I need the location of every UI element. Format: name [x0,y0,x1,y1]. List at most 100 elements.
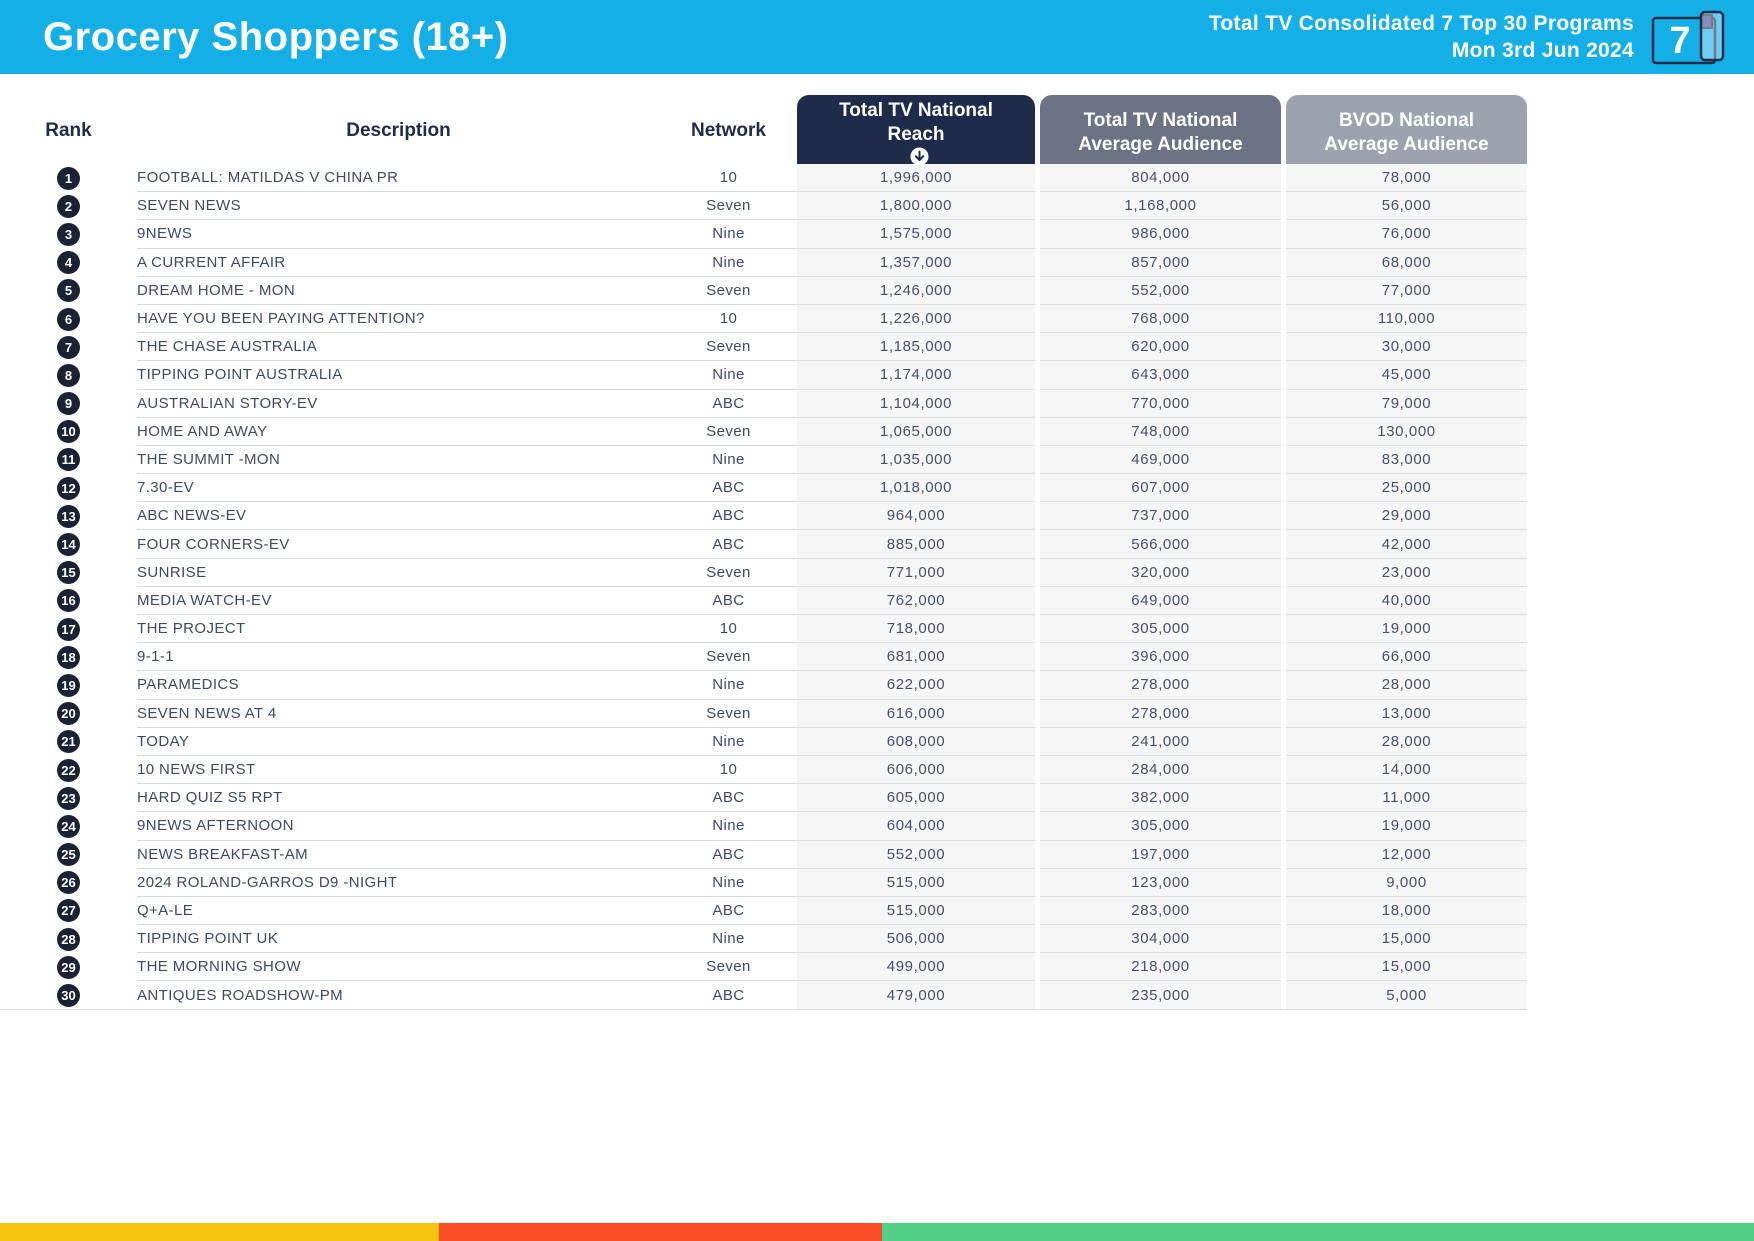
bvod-audience-value: 77,000 [1286,276,1527,305]
bvod-audience-value: 15,000 [1286,953,1527,982]
avg-audience-value: 986,000 [1040,220,1281,249]
network-name: Nine [660,728,797,756]
rank-badge: 10 [57,420,80,444]
bvod-audience-value: 40,000 [1286,586,1527,615]
program-description: SEVEN NEWS [137,192,660,221]
table-row: 15 SUNRISE Seven 771,000 320,000 23,000 [0,558,1527,587]
network-name: Nine [660,361,797,390]
column-header-bvod[interactable]: BVOD National Average Audience [1286,95,1527,166]
bvod-audience-value: 45,000 [1286,361,1527,390]
network-name: Nine [660,671,797,700]
program-description: TIPPING POINT UK [137,925,660,954]
network-name: Seven [660,418,797,446]
column-header-reach[interactable]: Total TV National Reach [797,95,1035,166]
rank-badge: 9 [57,392,80,416]
network-name: ABC [660,530,797,559]
rank-badge: 27 [57,899,80,923]
reach-value: 479,000 [797,981,1035,1010]
table-row: 25 NEWS BREAKFAST-AM ABC 552,000 197,000… [0,840,1527,869]
table-row: 19 PARAMEDICS Nine 622,000 278,000 28,00… [0,671,1527,700]
table-row: 4 A CURRENT AFFAIR Nine 1,357,000 857,00… [0,248,1527,277]
bvod-audience-value: 66,000 [1286,643,1527,672]
reach-value: 762,000 [797,586,1035,615]
bvod-audience-value: 130,000 [1286,417,1527,446]
network-name: ABC [660,897,797,926]
program-description: PARAMEDICS [137,671,660,700]
column-header-description: Description [346,119,451,141]
bvod-audience-value: 11,000 [1286,784,1527,813]
avg-audience-value: 320,000 [1040,558,1281,587]
column-header-avg-audience[interactable]: Total TV National Average Audience [1040,95,1281,166]
program-description: 7.30-EV [137,474,660,503]
avg-audience-value: 748,000 [1040,417,1281,446]
bvod-audience-value: 42,000 [1286,530,1527,559]
reach-value: 1,104,000 [797,389,1035,418]
rank-badge: 5 [57,279,80,303]
reach-value: 885,000 [797,530,1035,559]
table-row: 18 9-1-1 Seven 681,000 396,000 66,000 [0,643,1527,672]
bvod-audience-value: 13,000 [1286,699,1527,728]
avg-audience-value: 643,000 [1040,361,1281,390]
rank-badge: 2 [57,194,80,218]
rank-badge: 24 [57,814,80,838]
table-row: 24 9NEWS AFTERNOON Nine 604,000 305,000 … [0,812,1527,841]
table-row: 14 FOUR CORNERS-EV ABC 885,000 566,000 4… [0,530,1527,559]
bvod-audience-value: 12,000 [1286,840,1527,869]
program-description: Q+A-LE [137,897,660,926]
reach-value: 499,000 [797,953,1035,982]
network-name: Seven [660,559,797,587]
rank-badge: 13 [57,504,80,528]
bvod-audience-value: 29,000 [1286,502,1527,531]
program-description: SUNRISE [137,559,660,587]
rank-badge: 26 [57,871,80,895]
program-description: SEVEN NEWS AT 4 [137,700,660,728]
network-name: ABC [660,502,797,531]
network-name: Nine [660,249,797,277]
program-description: 9NEWS AFTERNOON [137,812,660,841]
rank-badge: 23 [57,786,80,810]
rank-badge: 3 [57,222,80,246]
avg-audience-value: 305,000 [1040,615,1281,644]
app-header: Grocery Shoppers (18+) Total TV Consolid… [0,0,1754,74]
bvod-audience-value: 76,000 [1286,220,1527,249]
avg-audience-value: 804,000 [1040,164,1281,193]
network-name: ABC [660,841,797,869]
program-description: 10 NEWS FIRST [137,756,660,785]
network-name: Nine [660,925,797,954]
bvod-audience-value: 23,000 [1286,558,1527,587]
bvod-audience-value: 28,000 [1286,671,1527,700]
bvod-audience-value: 18,000 [1286,896,1527,926]
rank-badge: 17 [57,617,80,641]
network-name: 10 [660,164,797,193]
green-segment [882,1223,1754,1241]
bvod-audience-value: 79,000 [1286,389,1527,418]
table-header-row: Rank Description Network Total TV Nation… [0,95,1527,166]
report-subtitle: Total TV Consolidated 7 Top 30 Programs … [1209,10,1634,64]
reach-value: 964,000 [797,502,1035,531]
rank-badge: 28 [57,927,80,951]
program-description: ABC NEWS-EV [137,502,660,531]
network-name: Seven [660,333,797,362]
network-name: ABC [660,474,797,503]
program-description: THE PROJECT [137,615,660,644]
avg-audience-value: 304,000 [1040,925,1281,954]
bvod-audience-value: 56,000 [1286,192,1527,221]
table-row: 27 Q+A-LE ABC 515,000 283,000 18,000 [0,896,1527,926]
avg-audience-value: 305,000 [1040,812,1281,841]
network-name: Nine [660,446,797,475]
rank-badge: 14 [57,533,80,557]
reach-value: 1,575,000 [797,220,1035,249]
network-name: ABC [660,981,797,1010]
report-subtitle-line1: Total TV Consolidated 7 Top 30 Programs [1208,12,1634,35]
rank-badge: 19 [57,673,80,697]
program-description: THE MORNING SHOW [137,953,660,982]
table-body: 1 FOOTBALL: MATILDAS V CHINA PR 10 1,996… [0,164,1527,1010]
reach-value: 718,000 [797,615,1035,644]
reach-value: 771,000 [797,558,1035,587]
table-row: 29 THE MORNING SHOW Seven 499,000 218,00… [0,953,1527,982]
table-row: 16 MEDIA WATCH-EV ABC 762,000 649,000 40… [0,586,1527,615]
reach-value: 506,000 [797,925,1035,954]
column-header-network: Network [691,119,766,141]
footer-color-bar [0,1223,1754,1241]
table-row: 26 2024 ROLAND-GARROS D9 -NIGHT Nine 515… [0,868,1527,897]
